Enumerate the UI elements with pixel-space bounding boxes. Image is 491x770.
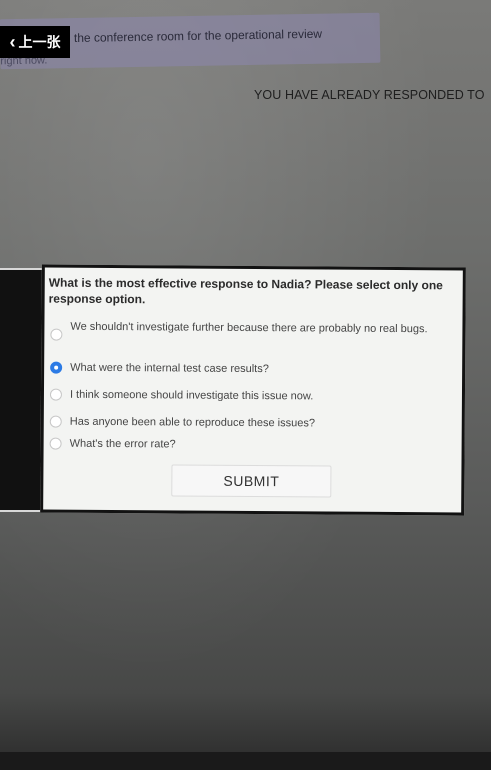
option-3[interactable]: Has anyone been able to reproduce these … — [49, 415, 316, 432]
question-card: What is the most effective response to N… — [40, 264, 466, 516]
radio-button[interactable] — [49, 388, 63, 401]
option-label: I think someone should investigate this … — [69, 388, 314, 403]
option-label: What were the internal test case results… — [70, 361, 269, 376]
option-label: What's the error rate? — [69, 437, 176, 451]
banner-text: the conference room for the operational … — [73, 26, 323, 46]
option-0[interactable]: We shouldn't investigate further because… — [50, 320, 430, 344]
back-button-label: 上一张 — [18, 34, 61, 50]
radio-button[interactable] — [50, 328, 63, 341]
option-label: We shouldn't investigate further because… — [70, 320, 428, 336]
option-2[interactable]: I think someone should investigate this … — [49, 388, 314, 405]
option-4[interactable]: What's the error rate? — [49, 437, 176, 453]
option-1[interactable]: What were the internal test case results… — [50, 361, 269, 378]
question-prompt: What is the most effective response to N… — [48, 275, 443, 307]
radio-button-selected[interactable] — [50, 361, 63, 374]
chevron-left-icon: ‹ — [9, 32, 16, 52]
submit-button[interactable]: SUBMIT — [171, 464, 332, 498]
back-button[interactable]: ‹ 上一张 — [0, 26, 70, 58]
radio-button[interactable] — [49, 437, 62, 450]
bottom-bar — [0, 752, 491, 770]
radio-button[interactable] — [49, 415, 62, 428]
already-responded-text: YOU HAVE ALREADY RESPONDED TO — [254, 88, 485, 102]
option-label: Has anyone been able to reproduce these … — [69, 415, 316, 430]
